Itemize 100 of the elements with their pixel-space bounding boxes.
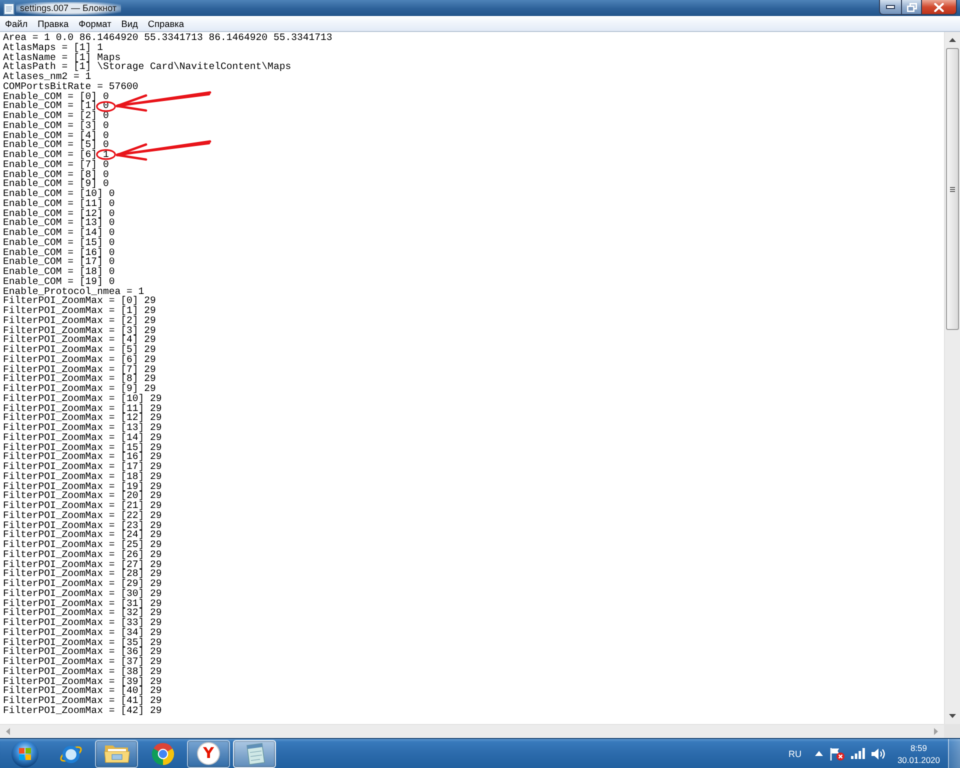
minimize-button[interactable] [879,0,902,15]
text-line: FilterPOI_ZoomMax = [36] 29 [3,647,162,657]
text-line: Enable_COM = [9] 0 [3,179,109,189]
text-line: FilterPOI_ZoomMax = [37] 29 [3,657,162,667]
menu-item[interactable]: Файл [0,16,33,30]
notepad-icon [3,1,15,15]
text-line: FilterPOI_ZoomMax = [15] 29 [3,442,162,452]
text-line: Enable_COM = [6] 1 [3,150,109,160]
text-line: Enable_COM = [16] 0 [3,248,115,258]
clock[interactable]: 8:59 30.01.2020 [892,742,945,766]
text-line: Area = 1 0.0 86.1464920 55.3341713 86.1464920 55.3341713 [3,33,332,43]
restore-icon [906,2,916,12]
menu-item[interactable]: Справка [142,16,189,30]
left-caret-icon [6,728,10,735]
text-line: FilterPOI_ZoomMax = [24] 29 [3,530,162,540]
taskbar-button[interactable]: Y [187,740,230,768]
text-line: FilterPOI_ZoomMax = [31] 29 [3,598,162,608]
minimize-icon [886,5,895,9]
text-line: Enable_COM = [10] 0 [3,189,115,199]
text-line: Enable_COM = [18] 0 [3,267,115,277]
text-line: FilterPOI_ZoomMax = [22] 29 [3,510,162,520]
text-line: FilterPOI_ZoomMax = [29] 29 [3,579,162,589]
start-orb-icon [10,740,38,768]
text-line: FilterPOI_ZoomMax = [0] 29 [3,296,156,306]
text-line: Enable_COM = [11] 0 [3,198,115,208]
text-line: FilterPOI_ZoomMax = [13] 29 [3,423,162,433]
menu-item[interactable]: Правка [32,16,74,30]
text-line: FilterPOI_ZoomMax = [23] 29 [3,520,162,530]
text-line: FilterPOI_ZoomMax = [3] 29 [3,326,156,336]
signal-bars-icon[interactable] [851,748,866,759]
scrollbar-corner [944,724,960,738]
text-line: FilterPOI_ZoomMax = [38] 29 [3,666,162,676]
restore-button[interactable] [902,0,922,15]
text-line: Enable_COM = [5] 0 [3,140,109,150]
text-line: FilterPOI_ZoomMax = [28] 29 [3,569,162,579]
text-line: Enable_COM = [15] 0 [3,238,115,248]
folder-icon [104,744,130,762]
text-line: Enable_COM = [17] 0 [3,257,115,267]
taskbar-button[interactable] [95,740,138,768]
text-line: FilterPOI_ZoomMax = [16] 29 [3,452,162,462]
text-line: FilterPOI_ZoomMax = [9] 29 [3,384,156,394]
text-line: Enable_COM = [3] 0 [3,120,109,130]
text-line: Enable_COM = [7] 0 [3,160,109,170]
text-line: FilterPOI_ZoomMax = [34] 29 [3,628,162,638]
text-line: FilterPOI_ZoomMax = [12] 29 [3,413,162,423]
text-line: Atlases_nm2 = 1 [3,72,92,82]
down-caret-icon [949,714,956,718]
text-line: FilterPOI_ZoomMax = [2] 29 [3,316,156,326]
window-title: settings.007 — Блокнот [16,2,121,14]
vertical-scrollbar[interactable] [944,32,960,724]
language-indicator[interactable]: RU [785,748,804,760]
grip-icon [950,186,955,192]
text-line: FilterPOI_ZoomMax = [18] 29 [3,472,162,482]
text-line: Enable_COM = [2] 0 [3,111,109,121]
flag-icon[interactable] [829,746,846,760]
text-line: Enable_COM = [8] 0 [3,170,109,180]
text-line: FilterPOI_ZoomMax = [7] 29 [3,364,156,374]
text-line: FilterPOI_ZoomMax = [27] 29 [3,560,162,570]
text-line: FilterPOI_ZoomMax = [4] 29 [3,335,156,345]
menu-item[interactable]: Формат [74,16,116,30]
text-line: FilterPOI_ZoomMax = [10] 29 [3,394,162,404]
text-line: FilterPOI_ZoomMax = [1] 29 [3,306,156,316]
show-desktop-button[interactable] [948,739,960,768]
tricolor-circle-icon [150,742,174,766]
text-line: COMPortsBitRate = 57600 [3,82,138,92]
notepad-icon [244,742,266,766]
text-line: FilterPOI_ZoomMax = [21] 29 [3,501,162,511]
text-line: FilterPOI_ZoomMax = [14] 29 [3,432,162,442]
text-line: FilterPOI_ZoomMax = [20] 29 [3,491,162,501]
text-line: FilterPOI_ZoomMax = [40] 29 [3,686,162,696]
right-caret-icon [934,728,938,735]
text-line: FilterPOI_ZoomMax = [32] 29 [3,608,162,618]
text-line: Enable_COM = [12] 0 [3,208,115,218]
text-line: FilterPOI_ZoomMax = [5] 29 [3,345,156,355]
taskbar-button[interactable] [233,740,276,768]
close-icon [934,2,944,12]
text-line: FilterPOI_ZoomMax = [17] 29 [3,462,162,472]
text-line: FilterPOI_ZoomMax = [41] 29 [3,696,162,706]
show-hidden-icons-icon[interactable] [815,751,824,756]
text-line: FilterPOI_ZoomMax = [30] 29 [3,588,162,598]
text-line: FilterPOI_ZoomMax = [19] 29 [3,482,162,492]
text-line: FilterPOI_ZoomMax = [39] 29 [3,676,162,686]
text-line: FilterPOI_ZoomMax = [8] 29 [3,374,156,384]
up-caret-icon [949,38,956,42]
text-line: Enable_COM = [14] 0 [3,228,115,238]
speaker-icon[interactable] [871,748,886,760]
text-line: FilterPOI_ZoomMax = [11] 29 [3,404,162,414]
text-line: Enable_COM = [4] 0 [3,130,109,140]
close-button[interactable] [922,0,957,15]
text-line: Enable_COM = [13] 0 [3,218,115,228]
text-line: FilterPOI_ZoomMax = [42] 29 [3,706,162,716]
text-line: FilterPOI_ZoomMax = [6] 29 [3,354,156,364]
letter-logo: Y [198,743,219,764]
scrollbar-thumb[interactable] [946,48,959,330]
menu-item[interactable]: Вид [116,16,143,30]
text-line: AtlasPath = [1] \Storage Card\NavitelContent\Maps [3,62,292,72]
text-line: AtlasName = [1] Maps [3,52,121,62]
text-line: Enable_COM = [19] 0 [3,276,115,286]
text-line: FilterPOI_ZoomMax = [25] 29 [3,540,162,550]
text-line: Enable_COM = [0] 0 [3,92,109,102]
